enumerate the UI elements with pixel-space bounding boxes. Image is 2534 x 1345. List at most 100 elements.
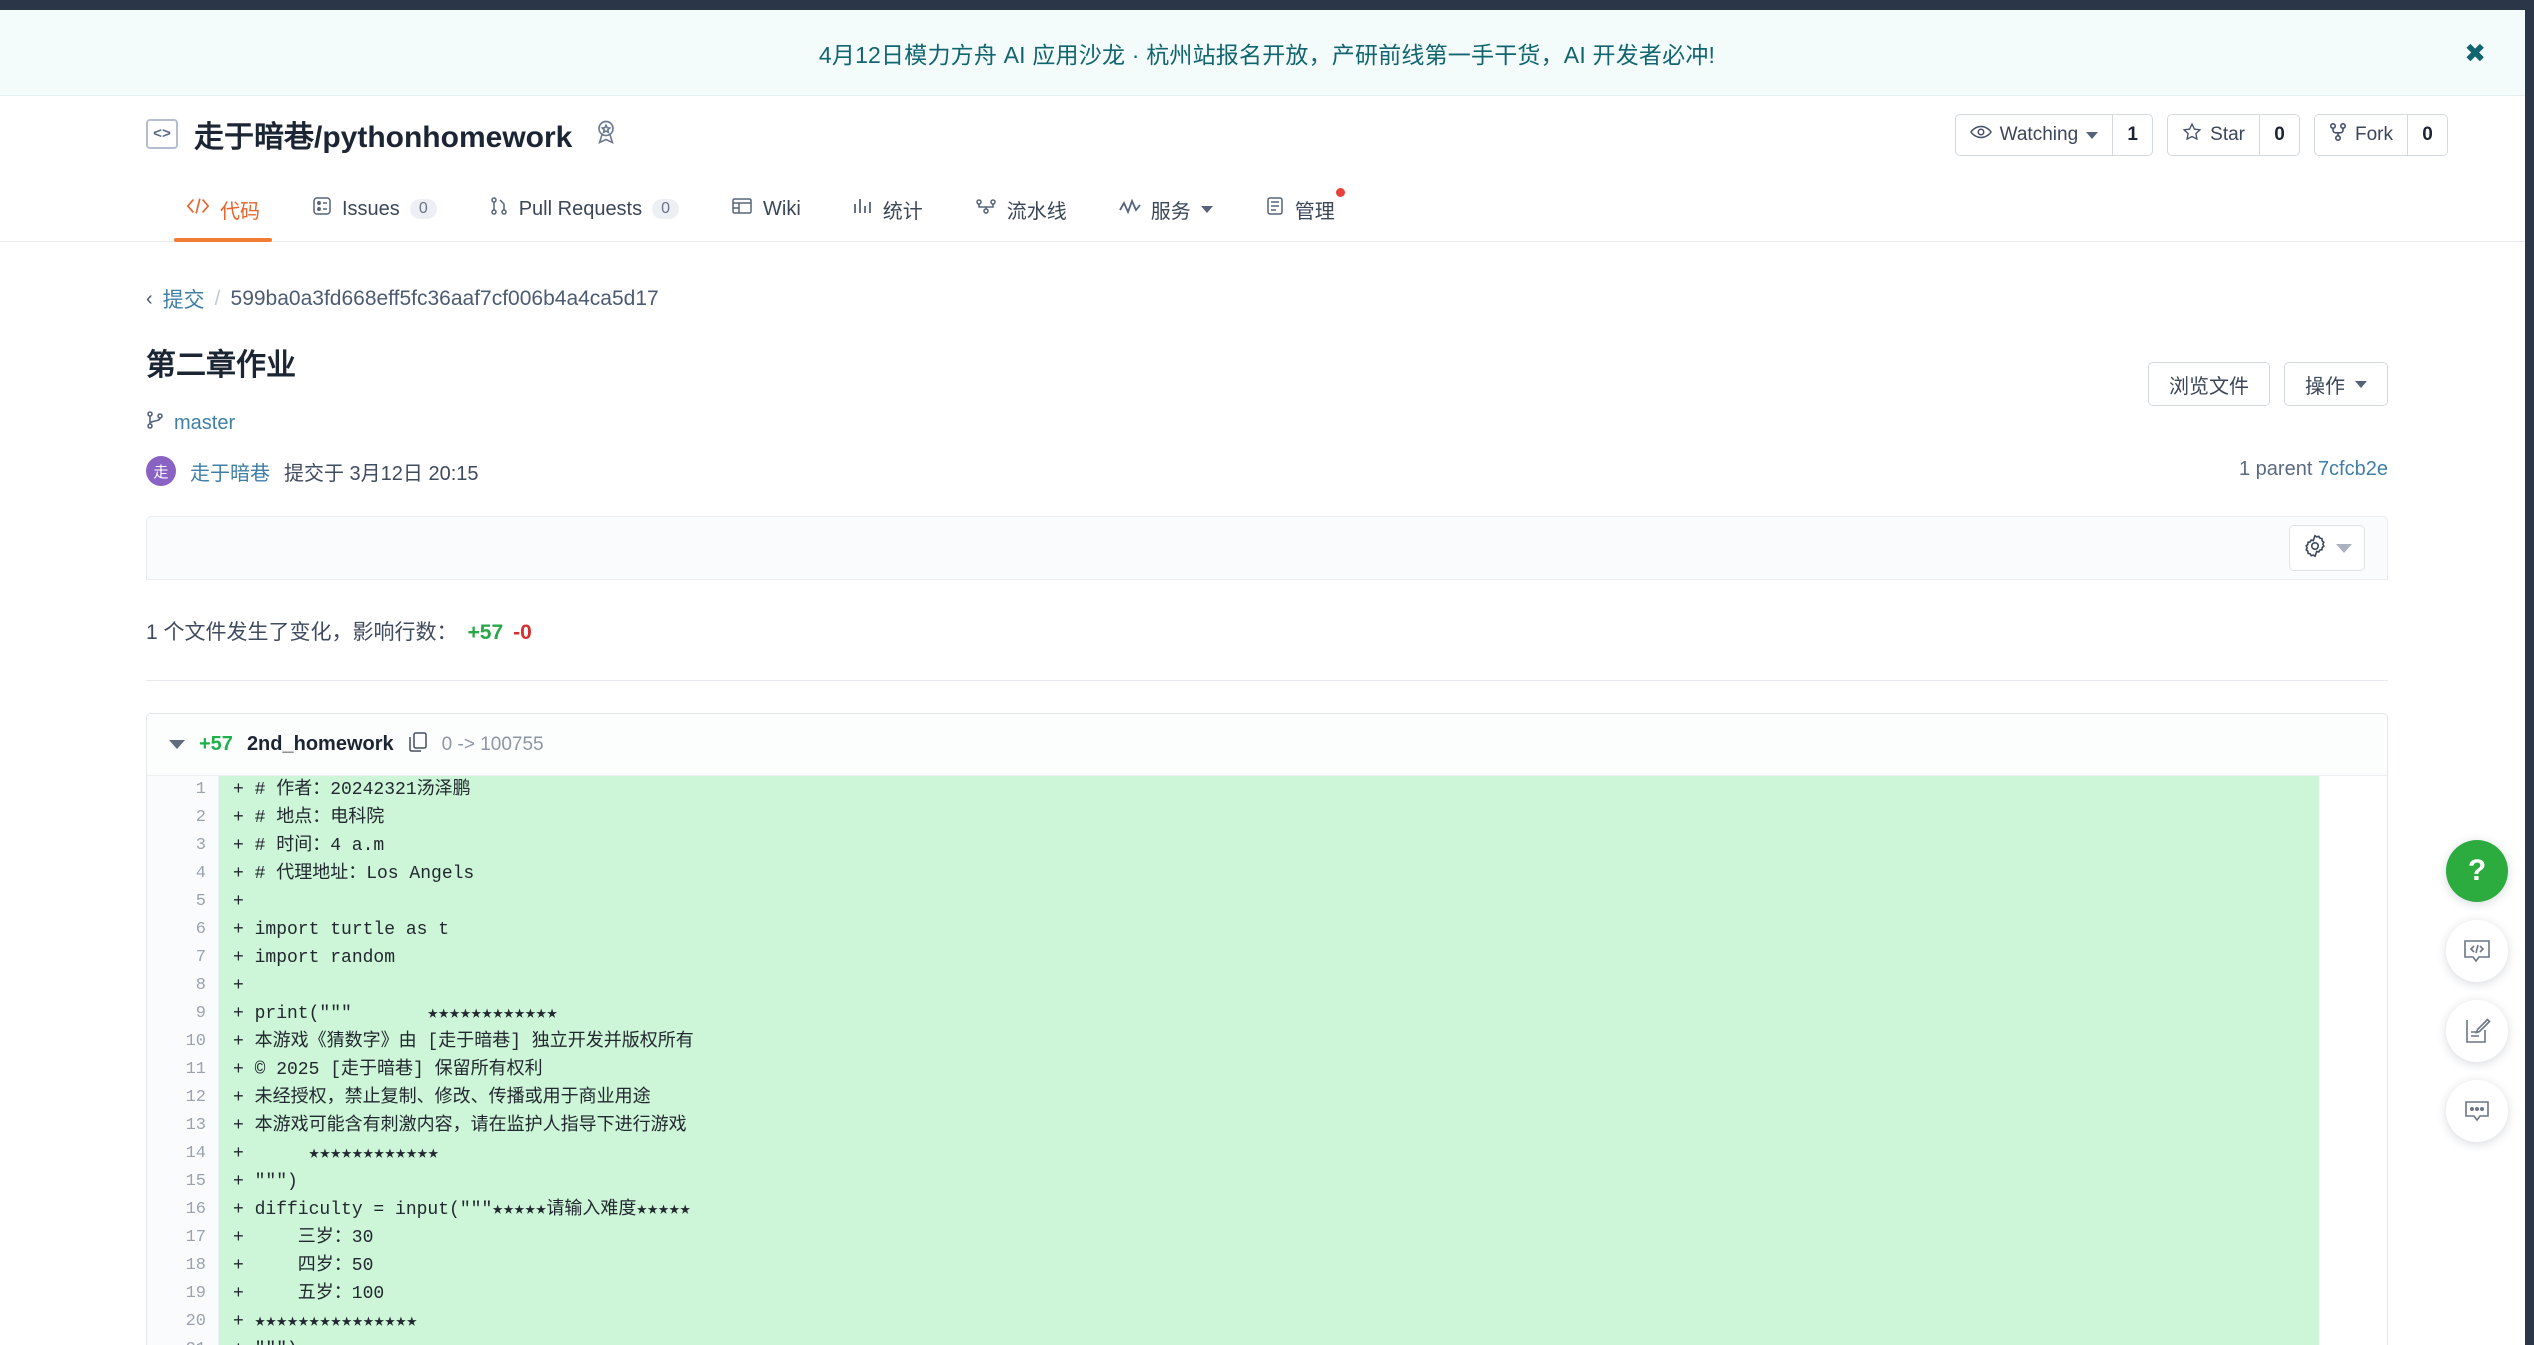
diff-line-content: + # 作者：20242321汤泽鹏: [219, 776, 2319, 804]
star-button-group[interactable]: Star 0: [2167, 114, 2300, 156]
tab-pull-requests[interactable]: Pull Requests 0: [463, 176, 705, 242]
fork-button[interactable]: Fork: [2315, 115, 2407, 155]
breadcrumb-separator: /: [214, 287, 221, 310]
diff-line: 3 + # 时间：4 a.m: [147, 832, 2387, 860]
tab-pull-requests-label: Pull Requests: [518, 197, 643, 220]
diff-line-number[interactable]: 7: [147, 944, 219, 972]
diff-file-name[interactable]: 2nd_homework: [247, 733, 394, 756]
diff-line-number[interactable]: 4: [147, 860, 219, 888]
tab-statistics[interactable]: 统计: [827, 176, 949, 242]
parent-sha[interactable]: 7cfcb2e: [2318, 458, 2388, 480]
diff-panel: +5 7 2nd_homework 0 -> 100755 1 + # 作者：202…: [146, 713, 2388, 1345]
chevron-down-icon: [2336, 543, 2352, 553]
diff-line: 6 + import turtle as t: [147, 916, 2387, 944]
diff-line: 21+ """): [147, 1336, 2387, 1345]
chevron-left-icon[interactable]: ‹: [146, 288, 153, 311]
avatar[interactable]: 走: [146, 456, 176, 486]
diff-line-content: + print(""" ★★★★★★★★★★★★: [219, 1000, 2319, 1028]
award-badge-icon: [592, 118, 620, 151]
diff-line-number[interactable]: 15: [147, 1168, 219, 1196]
tab-issues[interactable]: Issues 0: [286, 176, 463, 242]
diff-line-number[interactable]: 21: [147, 1336, 219, 1345]
diff-line-number[interactable]: 20: [147, 1308, 219, 1336]
star-button[interactable]: Star: [2168, 115, 2259, 155]
tab-services-label: 服务: [1150, 200, 1191, 223]
diff-line: 4 + # 代理地址：Los Angels: [147, 860, 2387, 888]
watching-button[interactable]: Watching: [1956, 115, 2113, 155]
diff-line-number[interactable]: 8: [147, 972, 219, 1000]
commit-head-row: 第二章作业 浏览文件 操作: [146, 340, 2388, 406]
diff-file-mode: 0 -> 100755: [441, 733, 544, 755]
copy-icon[interactable]: [408, 731, 428, 759]
watching-label: Watching: [1999, 124, 2079, 145]
diff-line-number[interactable]: 18: [147, 1252, 219, 1280]
diff-line-content: + """): [219, 1168, 2319, 1196]
diff-stats: 1 个文件发生了变化，影响行数： +57 -0: [146, 616, 2388, 646]
watching-button-group[interactable]: Watching 1: [1954, 114, 2154, 156]
pull-request-icon: [489, 196, 509, 222]
main-content: ‹ 提交 / 599ba0a3fd668eff5fc36aaf7cf006b4a…: [0, 242, 2534, 1345]
diff-line-number[interactable]: 2: [147, 804, 219, 832]
tab-statistics-label: 统计: [882, 200, 923, 223]
service-icon: [1119, 198, 1141, 221]
floating-action-buttons: ?: [2446, 840, 2508, 1142]
code-chat-icon[interactable]: [2446, 920, 2508, 982]
branch-name[interactable]: master: [174, 412, 235, 435]
bar-chart-icon: [853, 197, 873, 221]
diff-line-number[interactable]: 6: [147, 916, 219, 944]
diff-line-number[interactable]: 5: [147, 888, 219, 916]
diff-line-number[interactable]: 12: [147, 1084, 219, 1112]
diff-settings-button[interactable]: [2289, 525, 2365, 571]
diff-line-number[interactable]: 3: [147, 832, 219, 860]
diff-line-content: + 四岁：50: [219, 1252, 2319, 1280]
diff-line-number[interactable]: 1: [147, 776, 219, 804]
close-icon[interactable]: ✖: [2464, 40, 2486, 66]
diff-line: 2 + # 地点：电科院: [147, 804, 2387, 832]
diff-line-content: + difficulty = input("""★★★★★请输入难度★★★★★: [219, 1196, 2319, 1224]
comment-dots-icon[interactable]: [2446, 1080, 2508, 1142]
diff-line-number[interactable]: 10: [147, 1028, 219, 1056]
tab-wiki-label: Wiki: [763, 197, 801, 220]
watching-count[interactable]: 1: [2112, 115, 2152, 155]
diff-line-content: + import turtle as t: [219, 916, 2319, 944]
fork-button-group[interactable]: Fork 0: [2314, 114, 2448, 156]
repo-title-group: <> 走于暗巷/pythonhomework: [146, 112, 620, 156]
tab-manage[interactable]: 管理: [1239, 176, 1361, 242]
diff-line-number[interactable]: 16: [147, 1196, 219, 1224]
notification-dot-icon: [1335, 188, 1345, 197]
diff-line-number[interactable]: 19: [147, 1280, 219, 1308]
diff-line-number[interactable]: 9: [147, 1000, 219, 1028]
breadcrumb-sha: 599ba0a3fd668eff5fc36aaf7cf006b4a4ca5d17: [230, 287, 659, 310]
diff-line: 12 + 未经授权，禁止复制、修改、传播或用于商业用途: [147, 1084, 2387, 1112]
diff-line: 14 + ★★★★★★★★★★★★: [147, 1140, 2387, 1168]
star-count[interactable]: 0: [2259, 115, 2299, 155]
breadcrumb-commits-link[interactable]: 提交: [163, 284, 205, 314]
browse-files-label: 浏览文件: [2169, 375, 2249, 398]
tab-code[interactable]: 代码: [160, 176, 286, 242]
diff-line-number[interactable]: 17: [147, 1224, 219, 1252]
diff-line-content: + # 代理地址：Los Angels: [219, 860, 2319, 888]
browse-files-button[interactable]: 浏览文件: [2148, 362, 2270, 406]
actions-label: 操作: [2305, 375, 2345, 398]
diff-line-content: +: [219, 972, 2319, 1000]
diff-line: 18 + 四岁：50: [147, 1252, 2387, 1280]
help-question-icon[interactable]: ?: [2446, 840, 2508, 902]
diff-line-content: + 本游戏可能含有刺激内容，请在监护人指导下进行游戏: [219, 1112, 2319, 1140]
actions-button[interactable]: 操作: [2284, 362, 2388, 406]
diff-line-number[interactable]: 11: [147, 1056, 219, 1084]
tab-pipeline[interactable]: 流水线: [949, 176, 1093, 242]
diff-line-number[interactable]: 13: [147, 1112, 219, 1140]
repo-name[interactable]: 走于暗巷/pythonhomework: [194, 112, 572, 156]
issue-icon: [312, 196, 332, 222]
feedback-edit-icon[interactable]: [2446, 1000, 2508, 1062]
diff-line-content: + ★★★★★★★★★★★★★★★: [219, 1308, 2319, 1336]
parent-info: 1 parent 7cfcb2e: [2239, 458, 2388, 481]
author-name[interactable]: 走于暗巷: [190, 457, 270, 486]
tab-wiki[interactable]: Wiki: [705, 176, 827, 242]
triangle-down-icon[interactable]: [169, 740, 185, 749]
tab-services[interactable]: 服务: [1093, 176, 1239, 242]
diff-line: 17 + 三岁：30: [147, 1224, 2387, 1252]
branch-row[interactable]: master: [146, 410, 2388, 436]
fork-count[interactable]: 0: [2407, 115, 2447, 155]
diff-line-number[interactable]: 14: [147, 1140, 219, 1168]
